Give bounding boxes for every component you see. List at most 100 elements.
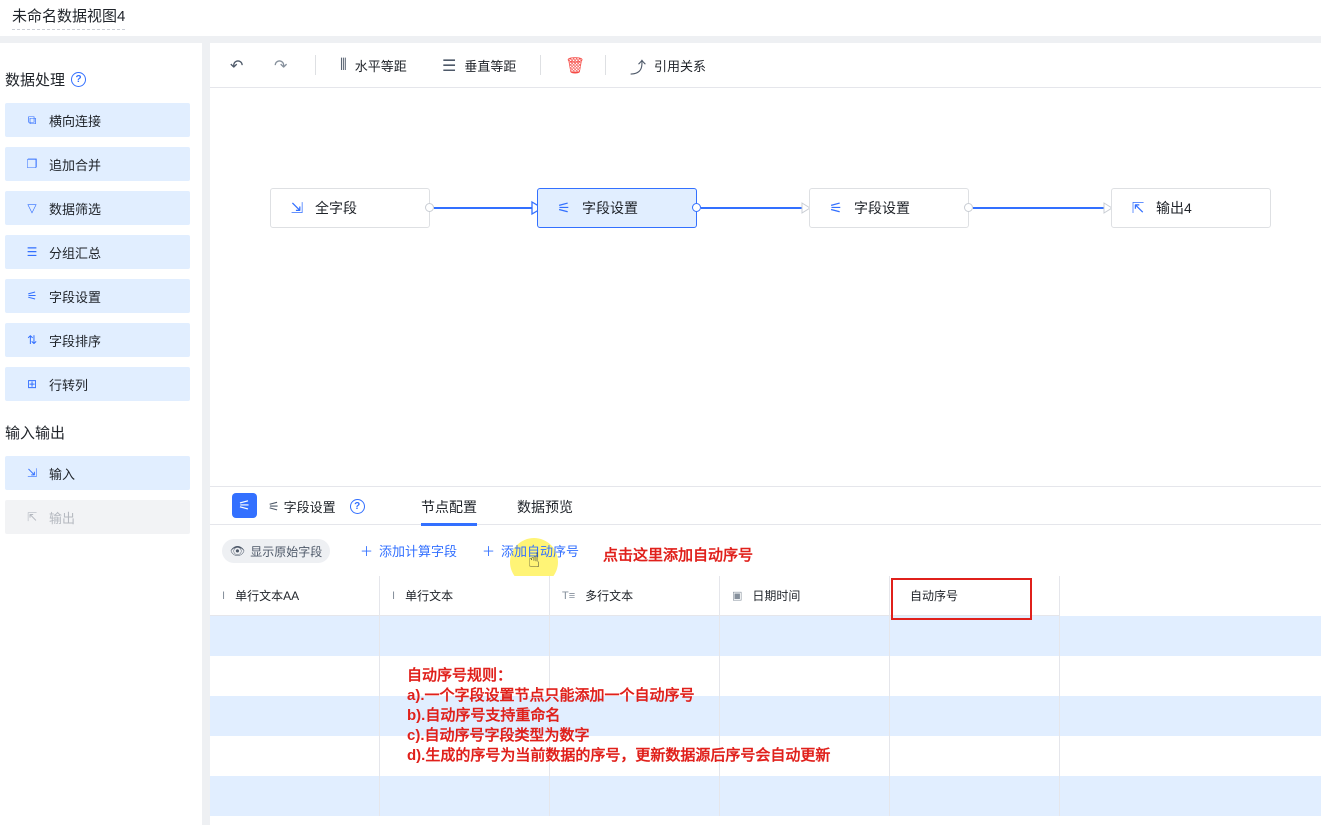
sidebar-item-label: 数据筛选 xyxy=(49,201,102,217)
delete-button[interactable]: 🗑 xyxy=(565,43,585,88)
reference-icon: ⤴ xyxy=(630,59,647,77)
field-table: I 单行文本AA I 单行文本 T≡ 多行文本 ▣ 日期时间 自动序号 自动序号… xyxy=(210,576,1321,825)
settings-icon: ⚟ xyxy=(268,498,280,514)
sidebar-item-append[interactable]: ❐ 追加合并 xyxy=(5,147,190,181)
hand-cursor-icon: ☝ xyxy=(528,550,541,572)
sort-icon: ⇅ xyxy=(26,333,38,347)
top-divider xyxy=(0,36,1321,43)
sidebar-item-label: 横向连接 xyxy=(49,113,102,129)
settings-icon: ⚟ xyxy=(232,493,257,518)
toolbar-divider xyxy=(540,55,541,75)
filter-icon: ▽ xyxy=(27,201,37,215)
rules-item: a).一个字段设置节点只能添加一个自动序号 xyxy=(407,687,695,704)
settings-icon: ⚟ xyxy=(829,200,843,217)
column-header[interactable]: ▣ 日期时间 xyxy=(720,576,890,616)
section-title-io: 输入输出 xyxy=(5,422,65,443)
toolbar-label: 引用关系 xyxy=(654,59,707,74)
toggle-label: 显示原始字段 xyxy=(250,544,323,559)
panel-title: ⚟ 字段设置 ? xyxy=(268,497,365,516)
horizontal-distribute-icon: ⫴ xyxy=(340,56,347,74)
toolbar-label: 垂直等距 xyxy=(464,59,517,74)
annotation-hint: 点击这里添加自动序号 xyxy=(603,547,754,564)
toolbar-label: 水平等距 xyxy=(354,59,407,74)
sidebar-item-field-sort[interactable]: ⇅ 字段排序 xyxy=(5,323,190,357)
input-icon: ⇲ xyxy=(26,466,38,480)
sidebar-item-join[interactable]: ⧉ 横向连接 xyxy=(5,103,190,137)
toolbar-divider xyxy=(605,55,606,75)
section-title-text: 数据处理 xyxy=(5,72,66,89)
sidebar-item-group[interactable]: ☰ 分组汇总 xyxy=(5,235,190,269)
node-port[interactable] xyxy=(964,203,973,212)
sidebar-item-filter[interactable]: ▽ 数据筛选 xyxy=(5,191,190,225)
add-calc-field-button[interactable]: ＋ 添加计算字段 xyxy=(360,541,457,560)
eye-icon: 👁 xyxy=(230,544,246,558)
top-bar: 未命名数据视图4 xyxy=(0,0,1321,36)
multiline-icon: T≡ xyxy=(562,589,576,602)
column-header[interactable]: I 单行文本 xyxy=(380,576,550,616)
text-icon: I xyxy=(222,589,226,602)
flow-node-output[interactable]: ⇱ 输出4 xyxy=(1111,188,1271,228)
column-header[interactable]: T≡ 多行文本 xyxy=(550,576,720,616)
toolbar: ↶ ↷ ⫴ 水平等距 ☰ 垂直等距 🗑 ⤴ 引用关系 xyxy=(210,43,1321,88)
plus-icon: ＋ xyxy=(360,544,374,559)
output-icon: ⇱ xyxy=(26,510,38,524)
column-label: 日期时间 xyxy=(752,589,801,603)
sidebar-item-label: 行转列 xyxy=(49,377,89,393)
flow-connectors xyxy=(434,200,1113,216)
settings-icon: ⚟ xyxy=(557,200,571,217)
rules-item: d).生成的序号为当前数据的序号，更新数据源后序号会自动更新 xyxy=(407,747,831,764)
vertical-distribute-icon: ☰ xyxy=(442,57,457,75)
vertical-distribute-button[interactable]: ☰ 垂直等距 xyxy=(442,43,516,88)
group-icon: ☰ xyxy=(26,245,38,259)
join-icon: ⧉ xyxy=(27,112,37,127)
config-panel-header: ⚟ ⚟ 字段设置 ? 节点配置 数据预览 xyxy=(210,486,1321,526)
rules-item: b).自动序号支持重命名 xyxy=(407,707,561,724)
panel-title-text: 字段设置 xyxy=(283,500,336,515)
sidebar: 数据处理 ? ⧉ 横向连接 ❐ 追加合并 ▽ 数据筛选 ☰ 分组汇总 ⚟ 字段设… xyxy=(0,43,202,825)
output-icon: ⇱ xyxy=(1131,200,1145,217)
sidebar-item-pivot[interactable]: ⊞ 行转列 xyxy=(5,367,190,401)
sidebar-item-label: 字段排序 xyxy=(49,333,102,349)
flow-node-field-settings-1[interactable]: ⚟ 字段设置 xyxy=(537,188,697,228)
column-label: 单行文本 xyxy=(405,589,454,603)
sidebar-separator xyxy=(202,43,210,825)
show-original-fields-toggle[interactable]: 👁 显示原始字段 xyxy=(222,539,331,563)
help-icon[interactable]: ? xyxy=(71,72,87,87)
column-label: 多行文本 xyxy=(585,589,634,603)
reference-button[interactable]: ⤴ 引用关系 xyxy=(630,43,706,88)
node-label: 字段设置 xyxy=(854,200,910,216)
node-label: 字段设置 xyxy=(582,200,638,216)
column-header[interactable]: I 单行文本AA xyxy=(210,576,380,616)
text-icon: I xyxy=(392,589,396,602)
redo-icon: ↷ xyxy=(274,57,288,75)
sidebar-item-input[interactable]: ⇲ 输入 xyxy=(5,456,190,490)
section-title-text: 输入输出 xyxy=(5,425,66,442)
flow-node-input[interactable]: ⇲ 全字段 xyxy=(270,188,430,228)
view-title[interactable]: 未命名数据视图4 xyxy=(12,5,126,30)
sidebar-item-label: 追加合并 xyxy=(49,157,102,173)
sidebar-item-label: 输入 xyxy=(49,466,76,482)
button-label: 添加计算字段 xyxy=(379,544,458,559)
column-label: 单行文本AA xyxy=(235,589,300,603)
horizontal-distribute-button[interactable]: ⫴ 水平等距 xyxy=(340,43,407,88)
sidebar-item-field-settings[interactable]: ⚟ 字段设置 xyxy=(5,279,190,313)
sidebar-item-output: ⇱ 输出 xyxy=(5,500,190,534)
toolbar-divider xyxy=(315,55,316,75)
undo-button[interactable]: ↶ xyxy=(230,43,243,88)
column-divider xyxy=(379,616,380,816)
table-row xyxy=(210,616,1321,656)
sidebar-item-label: 分组汇总 xyxy=(49,245,102,261)
settings-icon: ⚟ xyxy=(26,289,38,303)
tab-node-config[interactable]: 节点配置 xyxy=(421,497,477,526)
flow-canvas[interactable]: ⇲ 全字段 ⚟ 字段设置 ⚟ 字段设置 ⇱ 输出4 xyxy=(210,88,1321,486)
redo-button[interactable]: ↷ xyxy=(274,43,287,88)
column-divider xyxy=(889,616,890,816)
rules-item: c).自动序号字段类型为数字 xyxy=(407,727,590,744)
help-icon[interactable]: ? xyxy=(349,499,365,514)
node-port[interactable] xyxy=(425,203,434,212)
node-label: 输出4 xyxy=(1156,200,1192,216)
flow-node-field-settings-2[interactable]: ⚟ 字段设置 xyxy=(809,188,969,228)
node-port[interactable] xyxy=(692,203,701,212)
tab-data-preview[interactable]: 数据预览 xyxy=(517,497,573,526)
panel-actions: 👁 显示原始字段 ＋ 添加计算字段 ＋ 添加自动序号 ☝ 点击这里添加自动序号 xyxy=(210,526,1321,586)
